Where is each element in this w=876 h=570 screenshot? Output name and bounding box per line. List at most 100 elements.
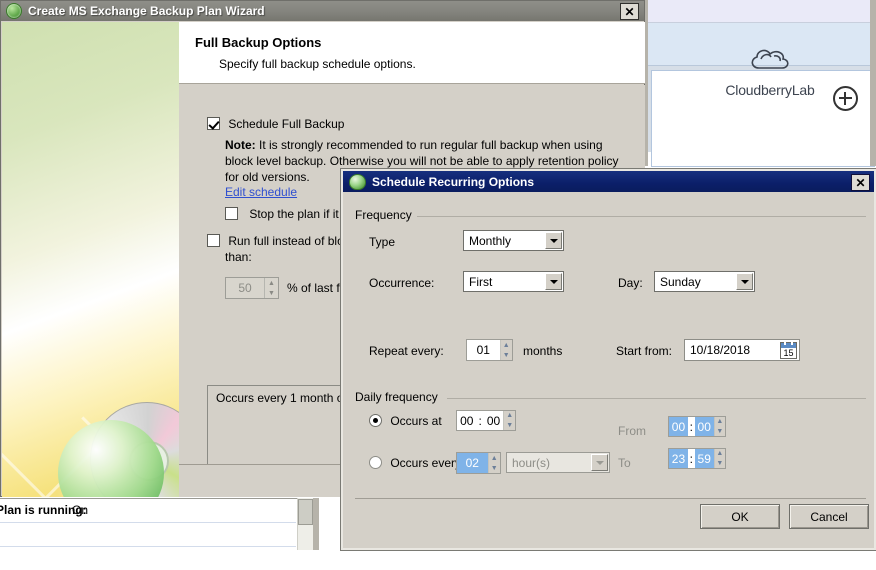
run-full-instead-checkbox[interactable] xyxy=(207,234,220,247)
chevron-down-icon[interactable] xyxy=(545,232,562,249)
cloudberrylab-logo: CloudberryLab xyxy=(724,46,816,98)
schedule-full-backup-checkbox[interactable] xyxy=(207,117,220,130)
stepper-down-icon[interactable]: ▼ xyxy=(715,459,725,469)
from-time[interactable]: 00 : 00 ▲ ▼ xyxy=(668,416,726,437)
stepper-up-icon[interactable]: ▲ xyxy=(715,449,725,459)
occurs-at-radio[interactable] xyxy=(369,414,382,427)
dialog-app-icon xyxy=(349,173,366,190)
from-hour[interactable]: 00 xyxy=(669,417,688,436)
stop-plan-label: Stop the plan if it ru xyxy=(249,207,353,221)
group-divider xyxy=(447,398,866,399)
background-list-scrollbar-thumb[interactable] xyxy=(298,499,313,525)
wizard-titlebar: Create MS Exchange Backup Plan Wizard ✕ xyxy=(1,1,644,21)
repeat-every-label: Repeat every: xyxy=(369,344,444,358)
type-select[interactable]: Monthly xyxy=(463,230,564,251)
stepper-down-icon[interactable]: ▼ xyxy=(504,421,515,431)
schedule-full-backup-label: Schedule Full Backup xyxy=(228,117,345,131)
occurs-every-stepper-buttons[interactable]: ▲ ▼ xyxy=(487,453,500,473)
repeat-every-stepper-buttons[interactable]: ▲ ▼ xyxy=(499,340,512,360)
plus-circle-icon[interactable] xyxy=(833,86,858,111)
dialog-separator xyxy=(355,498,866,499)
ok-button[interactable]: OK xyxy=(700,504,780,529)
group-divider xyxy=(417,216,866,217)
list-item[interactable] xyxy=(0,547,296,570)
occurs-every-unit-select[interactable]: hour(s) xyxy=(506,452,610,473)
to-stepper-buttons[interactable]: ▲ ▼ xyxy=(713,449,725,469)
list-item[interactable]: Plan is running: On xyxy=(0,499,296,523)
repeat-every-stepper[interactable]: 01 ▲ ▼ xyxy=(466,339,513,361)
background-window-right-edge xyxy=(870,0,876,166)
percent-value: 50 xyxy=(238,281,252,295)
stepper-down-icon[interactable]: ▼ xyxy=(265,288,278,298)
time-colon: : xyxy=(687,417,695,436)
repeat-units-label: months xyxy=(523,344,563,358)
type-value: Monthly xyxy=(469,233,512,248)
app-sphere-icon xyxy=(6,3,22,19)
run-full-instead-label: Run full instead of block xyxy=(228,234,356,248)
run-full-instead-row[interactable]: Run full instead of block than: xyxy=(207,233,357,265)
occurs-every-radio-row[interactable]: Occurs every xyxy=(369,456,461,470)
stepper-up-icon[interactable]: ▲ xyxy=(489,453,500,463)
stepper-down-icon[interactable]: ▼ xyxy=(501,350,512,360)
percent-stepper[interactable]: 50 ▲ ▼ xyxy=(225,277,279,299)
percent-stepper-buttons[interactable]: ▲ ▼ xyxy=(264,278,278,298)
background-list-right-edge xyxy=(313,498,319,550)
chevron-down-icon[interactable] xyxy=(736,273,753,290)
dialog-body: Frequency Type Monthly Occurrence: First… xyxy=(343,192,874,487)
stop-plan-row[interactable]: Stop the plan if it ru xyxy=(225,207,353,221)
schedule-recurring-options-dialog: Schedule Recurring Options ✕ Frequency T… xyxy=(341,169,876,550)
stepper-up-icon[interactable]: ▲ xyxy=(715,417,725,427)
occurs-at-minute[interactable]: 00 xyxy=(484,411,504,430)
to-time[interactable]: 23 : 59 ▲ ▼ xyxy=(668,448,726,469)
occurs-at-time[interactable]: 00 : 00 ▲ ▼ xyxy=(456,410,516,431)
stepper-down-icon[interactable]: ▼ xyxy=(489,463,500,473)
stepper-down-icon[interactable]: ▼ xyxy=(715,427,725,437)
occurs-every-label: Occurs every xyxy=(390,456,462,470)
from-stepper-buttons[interactable]: ▲ ▼ xyxy=(713,417,725,437)
cloud-icon xyxy=(751,49,789,69)
dialog-title: Schedule Recurring Options xyxy=(372,174,535,189)
occurrence-select[interactable]: First xyxy=(463,271,564,292)
page-subtitle: Specify full backup schedule options. xyxy=(219,57,416,71)
repeat-every-value: 01 xyxy=(476,343,490,357)
chevron-down-icon[interactable] xyxy=(545,273,562,290)
occurs-at-radio-row[interactable]: Occurs at xyxy=(369,414,442,428)
to-hour[interactable]: 23 xyxy=(669,449,688,468)
day-select[interactable]: Sunday xyxy=(654,271,755,292)
start-from-label: Start from: xyxy=(616,344,673,358)
from-label: From xyxy=(618,424,646,438)
calendar-icon[interactable]: 15 xyxy=(780,340,797,359)
edit-schedule-link[interactable]: Edit schedule xyxy=(225,185,297,199)
wizard-header: Full Backup Options Specify full backup … xyxy=(179,22,815,98)
stop-plan-checkbox[interactable] xyxy=(225,207,238,220)
occurs-every-value: 02 xyxy=(457,453,488,473)
to-minute[interactable]: 59 xyxy=(694,449,714,468)
time-colon: : xyxy=(687,449,695,468)
from-minute[interactable]: 00 xyxy=(694,417,714,436)
dialog-close-button[interactable]: ✕ xyxy=(851,174,870,191)
schedule-full-backup-row[interactable]: Schedule Full Backup xyxy=(207,117,344,131)
stepper-up-icon[interactable]: ▲ xyxy=(504,411,515,421)
occurs-every-radio[interactable] xyxy=(369,456,382,469)
occurs-at-stepper-buttons[interactable]: ▲ ▼ xyxy=(503,411,515,430)
occurrence-value: First xyxy=(469,274,493,289)
stepper-up-icon[interactable]: ▲ xyxy=(265,278,278,288)
note-bold-prefix: Note: xyxy=(225,138,256,152)
day-label: Day: xyxy=(618,276,643,290)
occurrence-label: Occurrence: xyxy=(369,276,435,290)
occurs-every-stepper[interactable]: 02 ▲ ▼ xyxy=(456,452,501,474)
stepper-up-icon[interactable]: ▲ xyxy=(501,340,512,350)
wizard-close-button[interactable]: ✕ xyxy=(620,3,639,20)
list-item[interactable] xyxy=(0,523,296,547)
chevron-down-icon[interactable] xyxy=(591,454,608,471)
occurs-at-label: Occurs at xyxy=(390,414,442,428)
wizard-sidebar-image xyxy=(2,22,179,497)
plan-running-value: On xyxy=(72,503,89,517)
cancel-button[interactable]: Cancel xyxy=(789,504,869,529)
occurs-at-hour[interactable]: 00 xyxy=(457,411,477,430)
dialog-titlebar: Schedule Recurring Options ✕ xyxy=(343,171,874,192)
to-label: To xyxy=(618,456,631,470)
wizard-title: Create MS Exchange Backup Plan Wizard xyxy=(28,4,265,18)
start-from-datepicker[interactable]: 10/18/2018 15 xyxy=(684,339,800,361)
background-status-list: Plan is running: On xyxy=(0,498,312,570)
